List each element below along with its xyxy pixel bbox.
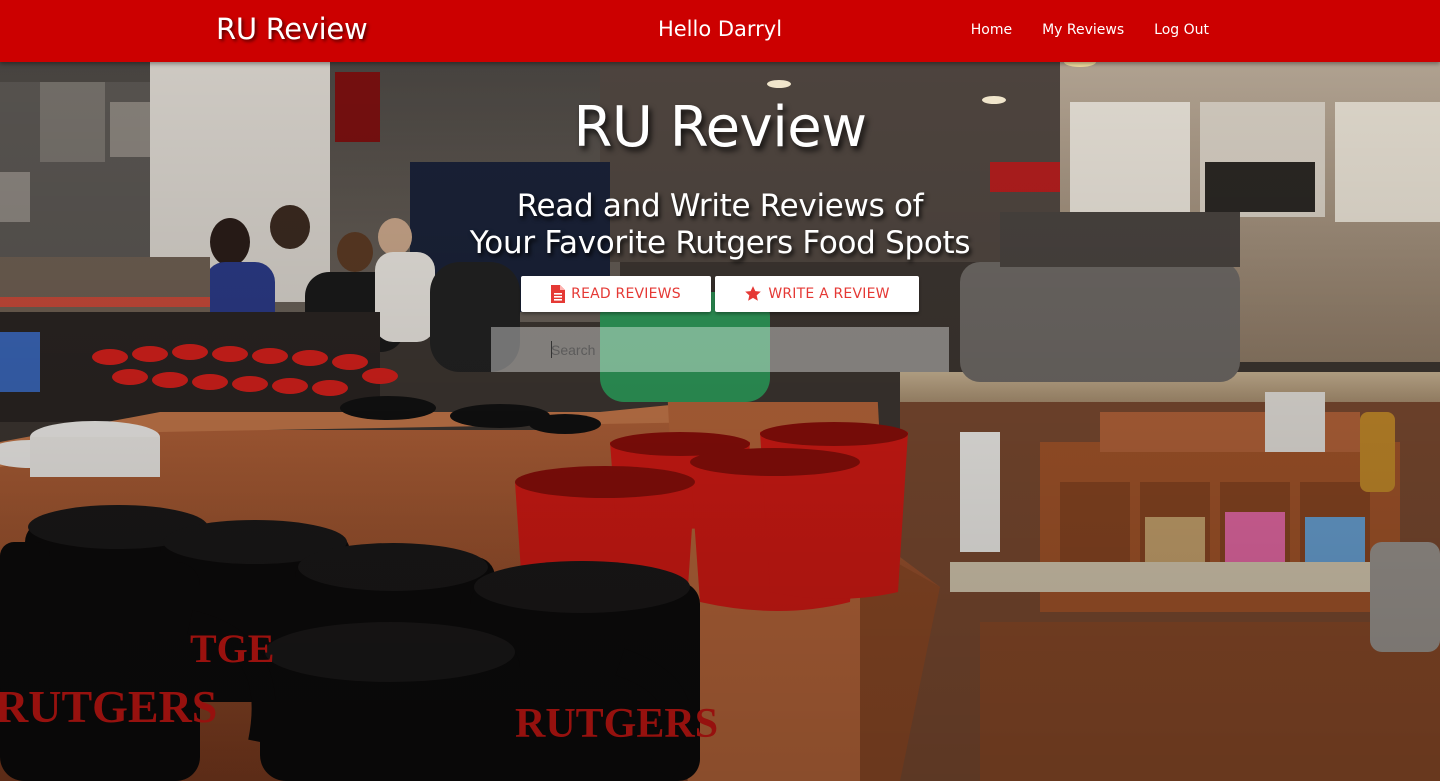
- read-reviews-button[interactable]: READ REVIEWS: [521, 276, 711, 312]
- write-review-button[interactable]: WRITE A REVIEW: [715, 276, 919, 312]
- hero-subtitle-line-1: Read and Write Reviews of: [516, 188, 924, 224]
- brand-logo-text[interactable]: RU Review: [216, 12, 368, 46]
- star-icon: [744, 285, 762, 303]
- top-navbar: RU Review Hello Darryl Home My Reviews L…: [0, 0, 1440, 62]
- nav-link-home[interactable]: Home: [971, 22, 1012, 38]
- nav-links: Home My Reviews Log Out: [971, 22, 1209, 38]
- search-input[interactable]: [491, 327, 949, 372]
- search-container: [491, 327, 949, 372]
- read-reviews-label: READ REVIEWS: [571, 286, 681, 302]
- nav-link-log-out[interactable]: Log Out: [1154, 22, 1209, 38]
- nav-link-my-reviews[interactable]: My Reviews: [1042, 22, 1124, 38]
- hero-subtitle: Read and Write Reviews of Your Favorite …: [0, 188, 1440, 262]
- write-review-label: WRITE A REVIEW: [768, 286, 890, 302]
- document-icon: [551, 285, 566, 303]
- hero-background-image: RUTGERS RUTGERS TGE: [0, 62, 1440, 781]
- page: RU Review Hello Darryl Home My Reviews L…: [0, 0, 1440, 781]
- hero-title: RU Review: [573, 95, 868, 160]
- text-caret: [551, 341, 552, 358]
- hero-subtitle-line-2: Your Favorite Rutgers Food Spots: [469, 225, 971, 261]
